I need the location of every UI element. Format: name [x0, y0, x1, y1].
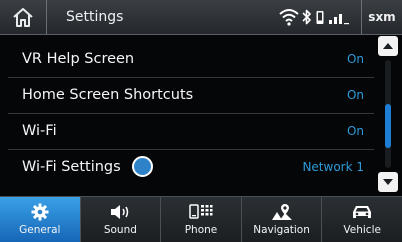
list-item-wifi[interactable]: Wi-Fi On [8, 114, 374, 150]
speaker-icon [111, 205, 129, 219]
tab-navigation[interactable]: Navigation [242, 197, 323, 242]
tab-bar: General Sound Phone Navigation Vehicle [0, 196, 402, 242]
sxm-label[interactable]: sxm [361, 0, 402, 34]
scrollbar[interactable] [378, 36, 398, 192]
home-button[interactable] [0, 0, 47, 34]
scroll-up-button[interactable] [378, 36, 398, 56]
phone-keypad-icon [189, 204, 213, 219]
tab-label: Phone [184, 224, 218, 236]
row-label: Home Screen Shortcuts [22, 87, 194, 103]
selection-cursor [132, 156, 153, 177]
scroll-thumb[interactable] [385, 104, 391, 148]
phone-icon [316, 11, 324, 24]
tab-general[interactable]: General [0, 197, 81, 242]
triangle-up-icon [383, 43, 393, 49]
tab-label: Vehicle [343, 224, 381, 236]
scroll-down-button[interactable] [378, 172, 398, 192]
bluetooth-icon [302, 9, 311, 25]
page-title: Settings [66, 9, 124, 25]
scroll-track[interactable] [385, 60, 391, 168]
tab-vehicle[interactable]: Vehicle [322, 197, 402, 242]
list-item-vr-help-screen[interactable]: VR Help Screen On [8, 42, 374, 78]
settings-screen: Settings sxm VR Help Screen On Home Scre… [0, 0, 402, 242]
gear-icon [31, 203, 49, 221]
header-bar: Settings sxm [0, 0, 402, 35]
list-item-wifi-settings[interactable]: Wi-Fi Settings Network 1 [8, 150, 374, 185]
settings-list: VR Help Screen On Home Screen Shortcuts … [8, 42, 374, 185]
list-item-home-screen-shortcuts[interactable]: Home Screen Shortcuts On [8, 78, 374, 114]
tab-sound[interactable]: Sound [81, 197, 162, 242]
row-label: Wi-Fi Settings [22, 159, 121, 175]
triangle-down-icon [383, 179, 393, 185]
tab-label: Sound [103, 224, 137, 236]
row-label: VR Help Screen [22, 51, 135, 67]
tab-label: General [19, 224, 61, 236]
signal-icon [329, 14, 349, 25]
row-value: On [346, 88, 364, 102]
row-value: Network 1 [302, 160, 364, 174]
car-icon [353, 206, 372, 218]
tab-label: Navigation [253, 224, 310, 236]
home-icon [13, 8, 33, 27]
row-value: On [346, 52, 364, 66]
tab-phone[interactable]: Phone [161, 197, 242, 242]
row-value: On [346, 124, 364, 138]
map-pin-icon [271, 204, 292, 220]
row-label: Wi-Fi [22, 123, 57, 139]
wifi-icon [279, 9, 299, 26]
